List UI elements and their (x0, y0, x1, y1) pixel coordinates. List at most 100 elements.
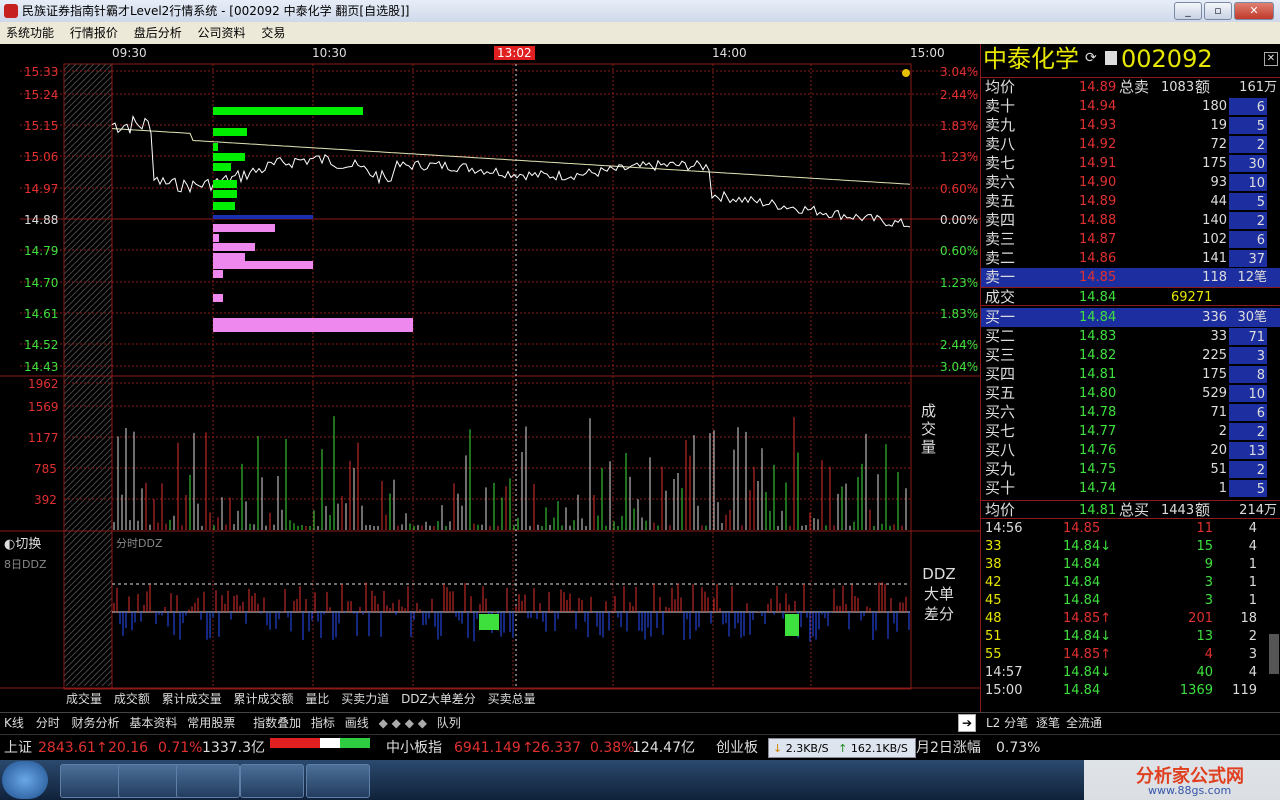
switch-label: 切换 (15, 537, 42, 552)
app-icon (4, 4, 18, 18)
depth-bar-ask (213, 261, 313, 269)
tick-count: 2 (1248, 629, 1257, 644)
l2-tick-tab[interactable]: L2 分笔 (986, 713, 1028, 733)
arrow-right-icon[interactable]: ➔ (958, 714, 976, 732)
bid-row[interactable]: 买六 14.78 71 6 (981, 403, 1280, 422)
float-tab[interactable]: 全流通 (1066, 713, 1102, 733)
close-button[interactable]: ✕ (1234, 2, 1274, 20)
refresh-icon[interactable]: ⟳ (1085, 50, 1097, 66)
level-label: 卖三 (985, 230, 1016, 248)
ask-row[interactable]: 卖四 14.88 140 2 (981, 211, 1280, 230)
bid-row[interactable]: 买一 14.84 336 30笔 (981, 308, 1280, 327)
level-count: 12笔 (1237, 270, 1267, 285)
tick-row: 15:00 14.84 1369 119 (981, 682, 1280, 700)
net-up: 162.1KB/S (850, 742, 908, 755)
close-panel-icon[interactable]: ✕ (1264, 52, 1278, 66)
intraday-chart[interactable]: 09:30 10:30 13:02 14:00 15:00 15.33 15.2… (0, 44, 980, 712)
tab-cum-amount[interactable]: 累计成交额 (234, 692, 294, 706)
level-price: 14.92 (1079, 137, 1117, 152)
level-price: 14.76 (1079, 443, 1117, 458)
tick-volume: 1369 (1179, 683, 1213, 698)
bid-row[interactable]: 买三 14.82 225 3 (981, 346, 1280, 365)
price-tick: 14.79 (24, 244, 59, 258)
level-label: 买三 (985, 346, 1016, 364)
ask-row[interactable]: 卖十 14.94 180 6 (981, 97, 1280, 116)
tab-amount[interactable]: 成交额 (114, 692, 150, 706)
level-count: 5 (1229, 480, 1267, 497)
menu-trade[interactable]: 交易 (261, 26, 285, 40)
overlay-index-button[interactable]: 指数叠加 (253, 716, 301, 730)
switch-icon: ◐ (4, 537, 16, 552)
cards-taskbar-icon[interactable] (240, 764, 304, 798)
zx-index-change: 26.337 (532, 740, 581, 756)
menu-company[interactable]: 公司资料 (198, 26, 246, 40)
fav-stocks-button[interactable]: 常用股票 (187, 716, 235, 730)
bid-row[interactable]: 买五 14.80 529 10 (981, 384, 1280, 403)
zx-index-value: 6941.149 (454, 740, 521, 756)
document-icon[interactable] (1105, 51, 1117, 65)
indicator-button[interactable]: 指标 (311, 716, 335, 730)
ask-row[interactable]: 卖七 14.91 175 30 (981, 154, 1280, 173)
pct-tick: 2.44% (940, 338, 979, 352)
depth-bar-mid (213, 215, 313, 219)
step-tab[interactable]: 逐笔 (1036, 713, 1060, 733)
bid-row[interactable]: 买七 14.77 2 2 (981, 422, 1280, 441)
maximize-button[interactable]: ▫ (1204, 2, 1232, 20)
stock-app-taskbar-icon[interactable] (306, 764, 370, 798)
qq-taskbar-icon[interactable] (176, 764, 240, 798)
menu-quotes[interactable]: 行情报价 (70, 26, 118, 40)
tick-scrollbar[interactable] (1269, 634, 1279, 674)
net-down: 2.3KB/S (785, 742, 829, 755)
level-price: 14.80 (1079, 386, 1117, 401)
ask-row[interactable]: 卖八 14.92 72 2 (981, 135, 1280, 154)
breadth-bar-flat (320, 738, 340, 748)
pct-tick: 1.83% (940, 119, 979, 133)
bid-row[interactable]: 买十 14.74 1 5 (981, 479, 1280, 498)
kline-button[interactable]: K线 (4, 716, 24, 730)
pct-tick: 0.60% (940, 182, 979, 196)
ask-row[interactable]: 卖五 14.89 44 5 (981, 192, 1280, 211)
bid-row[interactable]: 买八 14.76 20 13 (981, 441, 1280, 460)
explorer-taskbar-icon[interactable] (118, 764, 182, 798)
level-count: 5 (1229, 193, 1267, 210)
ask-row[interactable]: 卖一 14.85 118 12笔 (981, 268, 1280, 287)
depth-bar-bid (213, 180, 237, 188)
tick-count: 119 (1232, 683, 1257, 698)
level-price: 14.83 (1079, 329, 1117, 344)
tab-ddz[interactable]: DDZ大单差分 (401, 692, 476, 706)
cy-index-name: 创业板 (716, 740, 758, 756)
bid-row[interactable]: 买四 14.81 175 8 (981, 365, 1280, 384)
time-label-1400: 14:00 (712, 46, 747, 60)
tab-total[interactable]: 买卖总量 (488, 692, 536, 706)
draw-line-button[interactable]: 画线 (345, 716, 369, 730)
basic-info-button[interactable]: 基本资料 (129, 716, 177, 730)
minimize-button[interactable]: _ (1174, 2, 1202, 20)
ask-row[interactable]: 卖二 14.86 141 37 (981, 249, 1280, 268)
volume-label: 成交量 (921, 402, 937, 456)
tick-volume: 9 (1204, 557, 1213, 572)
switch-button[interactable]: ◐切换 (4, 533, 41, 552)
menu-system[interactable]: 系统功能 (6, 26, 54, 40)
intraday-button[interactable]: 分时 (36, 716, 60, 730)
ask-row[interactable]: 卖六 14.90 93 10 (981, 173, 1280, 192)
diamond-icon[interactable]: ◆ ◆ ◆ ◆ (379, 716, 427, 730)
tab-cum-volume[interactable]: 累计成交量 (162, 692, 222, 706)
start-button[interactable] (2, 761, 48, 799)
depth-bar-ask (213, 294, 223, 302)
depth-bar-bid (213, 190, 237, 198)
tick-volume: 15 (1196, 539, 1213, 554)
menu-analysis[interactable]: 盘后分析 (134, 26, 182, 40)
ask-row[interactable]: 卖三 14.87 102 6 (981, 230, 1280, 249)
tab-volume[interactable]: 成交量 (66, 692, 102, 706)
finance-button[interactable]: 财务分析 (72, 716, 120, 730)
queue-button[interactable]: 队列 (437, 716, 461, 730)
tab-force[interactable]: 买卖力道 (341, 692, 389, 706)
tab-volume-ratio[interactable]: 量比 (305, 692, 329, 706)
bid-row[interactable]: 买九 14.75 51 2 (981, 460, 1280, 479)
ie-taskbar-icon[interactable] (60, 764, 124, 798)
tick-count: 18 (1240, 611, 1257, 626)
price-tick: 15.33 (24, 65, 59, 79)
level-volume: 336 (1202, 310, 1227, 325)
bid-row[interactable]: 买二 14.83 33 71 (981, 327, 1280, 346)
ask-row[interactable]: 卖九 14.93 19 5 (981, 116, 1280, 135)
